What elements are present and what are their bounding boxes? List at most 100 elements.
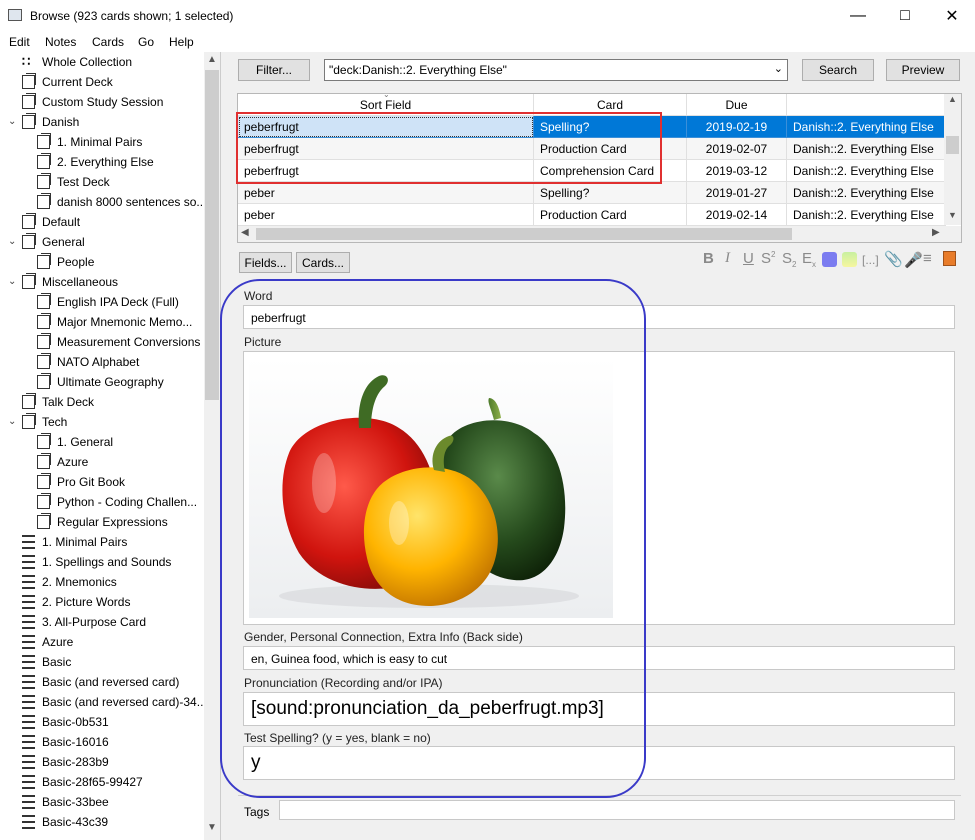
minimize-icon[interactable]: —	[835, 0, 881, 32]
sort-indicator-icon: ⌄	[383, 93, 390, 99]
sidebar-item-label: Pro Git Book	[57, 475, 126, 489]
table-vertical-scrollbar[interactable]: ▲ ▼	[944, 94, 961, 225]
table-vertical-scroll-thumb[interactable]	[946, 136, 959, 154]
chevron-down-icon[interactable]: ⌄	[8, 232, 16, 252]
sidebar-item-label: Danish	[42, 115, 80, 129]
sidebar-item-label: 1. Minimal Pairs	[57, 135, 143, 149]
sidebar-item-label: Talk Deck	[42, 395, 95, 409]
title-bar: Browse (923 cards shown; 1 selected) — □…	[0, 0, 975, 32]
preview-button[interactable]: Preview	[886, 59, 960, 81]
menu-help[interactable]: Help	[169, 35, 194, 49]
scroll-down-icon[interactable]: ▼	[948, 210, 957, 220]
cards-button[interactable]: Cards...	[296, 252, 350, 273]
bold-icon[interactable]: B	[703, 250, 714, 267]
subscript-icon[interactable]: S2	[782, 250, 796, 269]
deck-icon	[37, 513, 51, 529]
html-editor-icon[interactable]	[943, 251, 956, 266]
search-button[interactable]: Search	[802, 59, 874, 81]
table-horizontal-scroll-thumb[interactable]	[256, 228, 792, 240]
column-header-due[interactable]: Due	[687, 94, 787, 116]
close-icon[interactable]: ✕	[929, 0, 975, 32]
cloze-icon[interactable]: [...]	[862, 253, 879, 267]
table-cell-sort: peber	[238, 182, 534, 204]
attach-icon[interactable]: 📎	[884, 250, 903, 268]
sidebar-item-label: Basic-28f65-99427	[42, 775, 143, 789]
note-type-icon	[22, 775, 35, 789]
filter-button[interactable]: Filter...	[238, 59, 310, 81]
menu-bar: Edit Notes Cards Go Help	[0, 32, 975, 52]
table-row[interactable]: peber Production Card 2019-02-14 Danish::2.…	[238, 204, 946, 226]
sidebar-item-label: 1. General	[57, 435, 114, 449]
chevron-down-icon[interactable]: ⌄	[8, 412, 16, 432]
scroll-right-icon[interactable]: ▶	[932, 227, 940, 238]
table-row[interactable]: peber Spelling? 2019-01-27 Danish::2. Every…	[238, 182, 946, 204]
sidebar-item-label: Test Deck	[57, 175, 110, 189]
menu-cards[interactable]: Cards	[92, 35, 124, 49]
record-audio-icon[interactable]: 🎤	[904, 251, 923, 269]
chevron-down-icon[interactable]: ⌄	[8, 112, 16, 132]
scroll-up-icon[interactable]: ▲	[948, 94, 957, 104]
window-title: Browse (923 cards shown; 1 selected)	[30, 9, 234, 23]
maximize-icon[interactable]: □	[882, 0, 928, 32]
menu-edit[interactable]: Edit	[9, 35, 30, 49]
deck-icon	[22, 213, 36, 229]
note-type-icon	[22, 755, 35, 769]
app-icon	[8, 9, 22, 21]
menu-notes[interactable]: Notes	[45, 35, 76, 49]
note-type-icon	[22, 795, 35, 809]
table-cell-card: Spelling?	[534, 182, 687, 204]
fields-button[interactable]: Fields...	[239, 252, 292, 273]
deck-icon	[22, 73, 36, 89]
annotation-red-box	[236, 112, 662, 184]
table-cell-due: 2019-02-19	[687, 116, 787, 138]
sidebar-item-label: People	[57, 255, 95, 269]
sidebar-item-label: Basic-0b531	[42, 715, 109, 729]
note-type-icon	[22, 655, 35, 669]
deck-icon	[37, 433, 51, 449]
highlight-color-icon[interactable]	[842, 252, 857, 267]
deck-icon	[37, 153, 51, 169]
search-input[interactable]: "deck:Danish::2. Everything Else" ⌄	[324, 59, 788, 81]
scroll-down-icon[interactable]: ▼	[207, 822, 217, 833]
more-icon[interactable]: ≡	[923, 250, 932, 267]
tags-label: Tags	[244, 805, 270, 819]
sidebar-item-label: Basic-33bee	[42, 795, 109, 809]
note-type-icon	[22, 615, 35, 629]
chevron-down-icon[interactable]: ⌄	[774, 62, 783, 75]
scroll-left-icon[interactable]: ◀	[241, 227, 249, 238]
tags-input[interactable]	[279, 800, 955, 820]
clear-format-icon[interactable]: Ex	[802, 250, 816, 269]
table-cell-deck: Danish::2. Everything Else	[787, 160, 946, 182]
sidebar-item-label: Azure	[57, 455, 89, 469]
menu-go[interactable]: Go	[138, 35, 154, 49]
text-color-icon[interactable]	[822, 252, 837, 267]
sidebar-item-label: danish 8000 sentences so...	[57, 195, 207, 209]
chevron-down-icon[interactable]: ⌄	[8, 272, 16, 292]
sidebar-item-label: Azure	[42, 635, 74, 649]
deck-icon	[37, 373, 51, 389]
sidebar-item-label: Python - Coding Challen...	[57, 495, 198, 509]
deck-icon	[22, 413, 36, 429]
sidebar-item-label: Basic	[42, 655, 72, 669]
table-cell-sort: peber	[238, 204, 534, 226]
italic-icon[interactable]: I	[725, 250, 730, 267]
table-cell-deck: Danish::2. Everything Else	[787, 182, 946, 204]
sidebar-item-label: Custom Study Session	[42, 95, 164, 109]
scroll-up-icon[interactable]: ▲	[207, 54, 217, 65]
collection-icon: ∷	[22, 54, 31, 69]
deck-icon	[37, 333, 51, 349]
sidebar-item-label: Regular Expressions	[57, 515, 168, 529]
deck-icon	[37, 293, 51, 309]
sidebar-item-label: 1. Spellings and Sounds	[42, 555, 172, 569]
underline-icon[interactable]: U	[743, 250, 754, 267]
deck-icon	[37, 353, 51, 369]
deck-icon	[22, 113, 36, 129]
superscript-icon[interactable]: S2	[761, 250, 775, 267]
column-header-deck[interactable]	[787, 94, 946, 116]
sidebar-scroll-thumb[interactable]	[205, 70, 219, 400]
note-type-icon	[22, 635, 35, 649]
sidebar-item-label: General	[42, 235, 85, 249]
sidebar-item-label: Ultimate Geography	[57, 375, 164, 389]
sidebar-item-label: Default	[42, 215, 81, 229]
annotation-blue-oval	[220, 279, 646, 798]
